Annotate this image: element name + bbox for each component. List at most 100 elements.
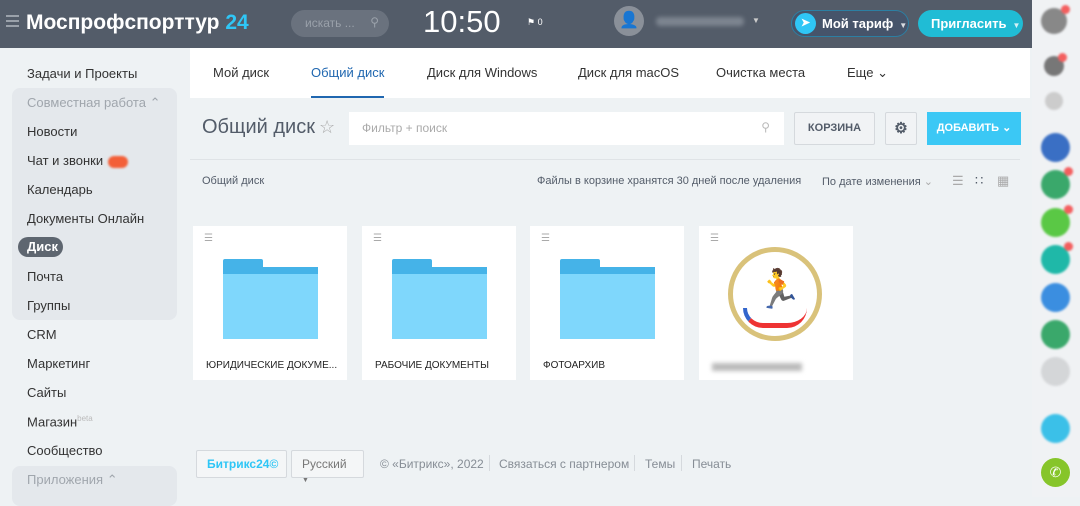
sort-dropdown[interactable]: По дате изменения ⌄ [822, 175, 933, 188]
sidebar: Задачи и Проекты Совместная работа ⌃ Нов… [0, 48, 190, 506]
sidebar-item-tasks[interactable]: Задачи и Проекты [27, 66, 137, 81]
menu-icon[interactable]: ☰ [373, 233, 382, 244]
divider [489, 455, 490, 471]
notifications-avatar[interactable] [1041, 5, 1070, 34]
logo-name: Моспрофспорттур [26, 11, 220, 34]
folder-icon [392, 259, 487, 339]
tab-disk-windows[interactable]: Диск для Windows [427, 65, 537, 80]
sidebar-item-groups[interactable]: Группы [27, 298, 70, 313]
themes-link[interactable]: Темы [645, 457, 675, 471]
menu-icon[interactable]: ☰ [710, 233, 719, 244]
sidebar-item-shop[interactable]: Магазинbeta [27, 414, 93, 429]
chat-avatar[interactable] [1041, 133, 1070, 162]
grid-view-icon[interactable]: ∷ [975, 173, 983, 189]
trash-button[interactable]: КОРЗИНА [794, 112, 875, 145]
divider [190, 159, 1020, 160]
my-tariff-button[interactable]: ➤ Мой тариф ▼ [791, 10, 909, 37]
divider [634, 455, 635, 471]
folder-card[interactable]: ☰ ФОТОАРХИВ [530, 226, 684, 380]
search-icon: ⚲ [370, 15, 379, 29]
add-button[interactable]: ДОБАВИТЬ ⌄ [927, 112, 1021, 145]
item-label: Магазин [27, 414, 78, 430]
folder-card[interactable]: ☰ ЮРИДИЧЕСКИЕ ДОКУМЕ... [193, 226, 347, 380]
user-avatar[interactable] [1041, 357, 1070, 386]
sidebar-item-mail[interactable]: Почта [27, 269, 63, 284]
user-avatar[interactable] [1041, 320, 1070, 349]
invite-label: Пригласить [931, 16, 1007, 31]
sidebar-item-chat[interactable]: Чат и звонки [27, 153, 129, 168]
logo-emblem-image: 🏃 [728, 247, 822, 341]
sidebar-item-calendar[interactable]: Календарь [27, 182, 93, 197]
tab-more[interactable]: Еще ⌄ [847, 65, 888, 81]
page-title: Общий диск [202, 116, 315, 138]
flag-count: 0 [537, 17, 543, 27]
sidebar-item-docs[interactable]: Документы Онлайн [27, 211, 144, 226]
logo-suffix: 24 [225, 11, 249, 34]
user-name-blurred[interactable] [656, 17, 744, 26]
user-avatar[interactable] [1041, 283, 1070, 312]
invite-button[interactable]: Пригласить ▼ [918, 10, 1023, 37]
logo[interactable]: Моспрофспорттур 24 [26, 11, 249, 35]
menu-icon[interactable]: ☰ [541, 233, 550, 244]
chevron-down-icon: ▼ [899, 21, 908, 30]
menu-icon[interactable] [6, 15, 19, 27]
language-select[interactable]: Русский ▼ [291, 450, 364, 484]
tab-shared-disk[interactable]: Общий диск [311, 65, 385, 98]
collab-group [12, 88, 177, 320]
user-avatar[interactable] [1041, 167, 1073, 199]
folder-card[interactable]: ☰ РАБОЧИЕ ДОКУМЕНТЫ [362, 226, 516, 380]
chevron-up-icon: ⌃ [149, 95, 161, 110]
breadcrumb[interactable]: Общий диск [202, 175, 264, 187]
sidebar-item-disk[interactable]: Диск [18, 237, 63, 257]
contacts-avatar[interactable] [1044, 53, 1067, 76]
tab-bar: Мой диск Общий диск Диск для Windows Дис… [190, 48, 1030, 98]
rocket-icon: ➤ [795, 13, 816, 34]
user-avatar[interactable]: 👤 [614, 6, 644, 36]
tab-label: Еще [847, 65, 874, 80]
print-link[interactable]: Печать [692, 457, 731, 471]
tab-my-disk[interactable]: Мой диск [213, 65, 269, 80]
sidebar-item-news[interactable]: Новости [27, 124, 77, 139]
clock[interactable]: 10:50 [423, 4, 501, 40]
sidebar-item-community[interactable]: Сообщество [27, 443, 103, 458]
settings-button[interactable]: ⚙ [885, 112, 917, 145]
user-avatar[interactable] [1041, 205, 1073, 237]
tab-disk-macos[interactable]: Диск для macOS [578, 65, 679, 80]
file-name[interactable]: ЮРИДИЧЕСКИЕ ДОКУМЕ... [206, 360, 341, 371]
contact-partner-link[interactable]: Связаться с партнером [499, 457, 629, 471]
user-avatar[interactable] [1041, 242, 1073, 274]
tariff-label: Мой тариф [822, 16, 894, 31]
chevron-down-icon[interactable]: ▼ [752, 16, 760, 25]
add-label: ДОБАВИТЬ [936, 122, 1000, 134]
file-name[interactable]: РАБОЧИЕ ДОКУМЕНТЫ [375, 360, 510, 371]
list-view-icon[interactable]: ☰ [952, 173, 964, 189]
file-name[interactable]: ФОТОАРХИВ [543, 360, 678, 371]
brand-label: Битрикс24 [207, 457, 270, 471]
copyright: © «Битрикс», 2022 [380, 457, 484, 471]
chevron-down-icon: ▼ [1012, 21, 1021, 30]
star-icon[interactable]: ☆ [319, 117, 335, 138]
menu-icon[interactable]: ☰ [204, 233, 213, 244]
sidebar-item-sites[interactable]: Сайты [27, 385, 66, 400]
flag-counter[interactable]: ⚑ 0 [527, 17, 543, 28]
sidebar-item-crm[interactable]: CRM [27, 327, 57, 342]
divider [681, 455, 682, 471]
sidebar-group-collab[interactable]: Совместная работа ⌃ [27, 95, 160, 111]
chevron-down-icon: ⌄ [923, 176, 933, 188]
phone-icon[interactable]: ✆ [1041, 458, 1070, 487]
search-placeholder: искать ... [305, 16, 355, 30]
sidebar-group-apps[interactable]: Приложения ⌃ [27, 472, 118, 488]
file-name-blurred[interactable] [712, 363, 802, 371]
filter-search-input[interactable]: Фильтр + поиск ⚲ [349, 112, 784, 145]
sidebar-item-marketing[interactable]: Маркетинг [27, 356, 90, 371]
mobile-cloud-icon[interactable] [1041, 414, 1070, 443]
tab-cleanup[interactable]: Очистка места [716, 65, 805, 80]
trash-retention-note: Файлы в корзине хранятся 30 дней после у… [537, 175, 802, 187]
large-grid-view-icon[interactable]: ▦ [997, 173, 1009, 189]
chevron-down-icon: ⌄ [877, 65, 888, 80]
bitrix24-logo-button[interactable]: Битрикс24© [196, 450, 287, 478]
search-icon: ⚲ [761, 120, 770, 134]
image-file-card[interactable]: ☰ 🏃 [699, 226, 853, 380]
search-input[interactable]: искать ... ⚲ [291, 10, 389, 37]
search-icon[interactable] [1045, 92, 1063, 110]
